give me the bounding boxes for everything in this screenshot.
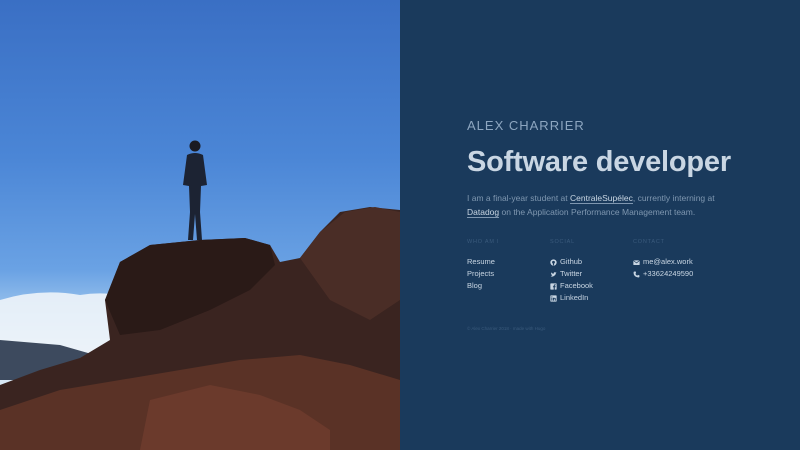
envelope-icon [633,259,640,265]
hero-photo [0,0,400,450]
facebook-icon [550,282,557,290]
resume-link[interactable]: Resume [467,256,550,268]
column-heading: SOCIAL [550,239,575,245]
facebook-link[interactable]: Facebook [550,280,633,292]
bio-text: I am a final-year student at [467,193,570,203]
column-heading: WHO AM I [467,239,500,245]
bio-paragraph: I am a final-year student at CentraleSup… [467,191,747,219]
blog-link[interactable]: Blog [467,280,550,292]
link-columns: WHO AM I Resume Projects Blog SOCIAL Git… [467,239,767,304]
link-label: +33624249590 [643,269,694,278]
page-title: Software developer [467,146,731,178]
projects-link[interactable]: Projects [467,268,550,280]
author-name: ALEX CHARRIER [467,118,585,133]
linkedin-icon [550,294,557,302]
linkedin-link[interactable]: LinkedIn [550,292,633,304]
contact-column: CONTACT me@alex.work +33624249590 [633,239,716,304]
twitter-link[interactable]: Twitter [550,268,633,280]
email-link[interactable]: me@alex.work [633,256,716,268]
bio-text: , currently interning at [632,193,715,203]
link-label: Resume [467,257,495,266]
link-label: Facebook [560,281,593,290]
link-label: LinkedIn [560,293,589,302]
link-label: me@alex.work [643,257,693,266]
link-label: Github [560,257,583,266]
link-label: Twitter [560,269,583,278]
centralesupelec-link[interactable]: CentraleSupélec [570,193,633,204]
mountain-silhouette-image [0,140,400,450]
link-label: Blog [467,281,483,290]
phone-icon [633,271,640,277]
github-link[interactable]: Github [550,256,633,268]
who-am-i-column: WHO AM I Resume Projects Blog [467,239,550,304]
profile-panel: ALEX CHARRIER Software developer I am a … [400,0,800,450]
datadog-link[interactable]: Datadog [467,207,500,218]
bio-text: on the Application Performance Managemen… [499,207,696,217]
phone-link[interactable]: +33624249590 [633,268,716,280]
footer-copyright: © Alex Charrier 2018 · made with Hugo [467,326,546,331]
social-column: SOCIAL Github Twitter Facebook LinkedIn [550,239,633,304]
github-icon [550,258,557,266]
twitter-icon [550,271,557,277]
link-label: Projects [467,269,495,278]
column-heading: CONTACT [633,239,665,245]
profile-content: ALEX CHARRIER Software developer I am a … [467,118,767,331]
